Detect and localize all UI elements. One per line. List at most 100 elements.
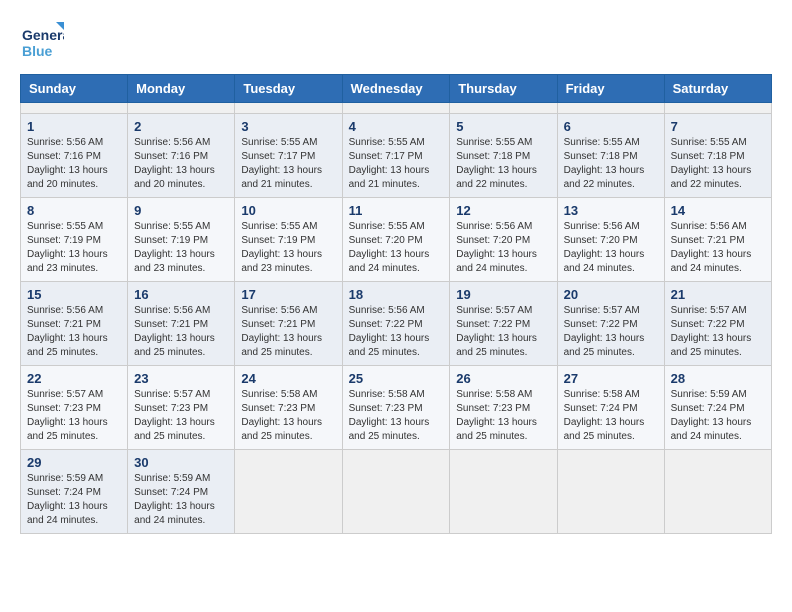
header-cell-saturday: Saturday	[664, 75, 771, 103]
day-info: Sunrise: 5:57 AM Sunset: 7:22 PM Dayligh…	[671, 304, 765, 360]
day-cell: 4 Sunrise: 5:55 AM Sunset: 7:17 PM Daylig…	[342, 114, 450, 198]
svg-text:General: General	[22, 27, 64, 43]
day-number: 18	[349, 287, 444, 302]
day-cell: 26Sunrise: 5:58 AM Sunset: 7:23 PM Dayli…	[450, 366, 557, 450]
day-info: Sunrise: 5:56 AM Sunset: 7:20 PM Dayligh…	[564, 220, 658, 276]
day-cell	[235, 103, 342, 114]
day-info: Sunrise: 5:55 AM Sunset: 7:18 PM Dayligh…	[564, 136, 658, 192]
day-info: Sunrise: 5:55 AM Sunset: 7:18 PM Dayligh…	[456, 136, 550, 192]
day-cell: 17 Sunrise: 5:56 AM Sunset: 7:21 PM Dayli…	[235, 282, 342, 366]
day-cell: 3Sunrise: 5:55 AM Sunset: 7:17 PM Daylig…	[235, 114, 342, 198]
day-info: Sunrise: 5:55 AM Sunset: 7:19 PM Dayligh…	[134, 220, 228, 276]
day-info: Sunrise: 5:57 AM Sunset: 7:22 PM Dayligh…	[456, 304, 550, 360]
day-info: Sunrise: 5:55 AM Sunset: 7:18 PM Dayligh…	[671, 136, 765, 192]
logo-svg: General Blue	[20, 20, 64, 64]
week-row-0	[21, 103, 772, 114]
day-cell: 9 Sunrise: 5:55 AM Sunset: 7:19 PM Daylig…	[128, 198, 235, 282]
day-cell: 13 Sunrise: 5:56 AM Sunset: 7:20 PM Dayli…	[557, 198, 664, 282]
day-number: 19	[456, 287, 550, 302]
day-info: Sunrise: 5:55 AM Sunset: 7:17 PM Dayligh…	[349, 136, 444, 192]
day-number: 16	[134, 287, 228, 302]
day-number: 5	[456, 119, 550, 134]
day-cell	[557, 103, 664, 114]
day-info: Sunrise: 5:55 AM Sunset: 7:20 PM Dayligh…	[349, 220, 444, 276]
day-cell: 30Sunrise: 5:59 AM Sunset: 7:24 PM Dayli…	[128, 450, 235, 534]
day-cell: 5 Sunrise: 5:55 AM Sunset: 7:18 PM Daylig…	[450, 114, 557, 198]
day-cell: 27 Sunrise: 5:58 AM Sunset: 7:24 PM Dayli…	[557, 366, 664, 450]
day-cell	[342, 450, 450, 534]
day-cell: 24 Sunrise: 5:58 AM Sunset: 7:23 PM Dayli…	[235, 366, 342, 450]
day-number: 7	[671, 119, 765, 134]
day-number: 21	[671, 287, 765, 302]
day-info: Sunrise: 5:58 AM Sunset: 7:23 PM Dayligh…	[241, 388, 335, 444]
day-cell: 8Sunrise: 5:55 AM Sunset: 7:19 PM Daylig…	[21, 198, 128, 282]
day-cell: 14Sunrise: 5:56 AM Sunset: 7:21 PM Dayli…	[664, 198, 771, 282]
day-info: Sunrise: 5:57 AM Sunset: 7:23 PM Dayligh…	[134, 388, 228, 444]
calendar-table: SundayMondayTuesdayWednesdayThursdayFrid…	[20, 74, 772, 534]
day-info: Sunrise: 5:58 AM Sunset: 7:23 PM Dayligh…	[456, 388, 550, 444]
calendar-body: 1 Sunrise: 5:56 AM Sunset: 7:16 PM Daylig…	[21, 103, 772, 534]
day-cell: 10Sunrise: 5:55 AM Sunset: 7:19 PM Dayli…	[235, 198, 342, 282]
day-info: Sunrise: 5:55 AM Sunset: 7:19 PM Dayligh…	[27, 220, 121, 276]
day-cell	[557, 450, 664, 534]
day-info: Sunrise: 5:56 AM Sunset: 7:16 PM Dayligh…	[27, 136, 121, 192]
day-number: 22	[27, 371, 121, 386]
day-cell	[128, 103, 235, 114]
day-number: 11	[349, 203, 444, 218]
day-cell: 12 Sunrise: 5:56 AM Sunset: 7:20 PM Dayli…	[450, 198, 557, 282]
header-cell-monday: Monday	[128, 75, 235, 103]
day-info: Sunrise: 5:59 AM Sunset: 7:24 PM Dayligh…	[27, 472, 121, 528]
day-info: Sunrise: 5:55 AM Sunset: 7:19 PM Dayligh…	[241, 220, 335, 276]
day-number: 29	[27, 455, 121, 470]
day-info: Sunrise: 5:56 AM Sunset: 7:21 PM Dayligh…	[27, 304, 121, 360]
day-cell: 11 Sunrise: 5:55 AM Sunset: 7:20 PM Dayli…	[342, 198, 450, 282]
day-info: Sunrise: 5:57 AM Sunset: 7:23 PM Dayligh…	[27, 388, 121, 444]
header-cell-wednesday: Wednesday	[342, 75, 450, 103]
day-info: Sunrise: 5:56 AM Sunset: 7:22 PM Dayligh…	[349, 304, 444, 360]
day-number: 14	[671, 203, 765, 218]
day-cell	[235, 450, 342, 534]
day-info: Sunrise: 5:59 AM Sunset: 7:24 PM Dayligh…	[134, 472, 228, 528]
day-number: 6	[564, 119, 658, 134]
day-number: 20	[564, 287, 658, 302]
day-info: Sunrise: 5:58 AM Sunset: 7:24 PM Dayligh…	[564, 388, 658, 444]
day-cell: 21 Sunrise: 5:57 AM Sunset: 7:22 PM Dayli…	[664, 282, 771, 366]
day-info: Sunrise: 5:56 AM Sunset: 7:21 PM Dayligh…	[241, 304, 335, 360]
day-cell: 1 Sunrise: 5:56 AM Sunset: 7:16 PM Daylig…	[21, 114, 128, 198]
week-row-2: 8Sunrise: 5:55 AM Sunset: 7:19 PM Daylig…	[21, 198, 772, 282]
day-cell: 28 Sunrise: 5:59 AM Sunset: 7:24 PM Dayli…	[664, 366, 771, 450]
day-number: 12	[456, 203, 550, 218]
day-cell: 16Sunrise: 5:56 AM Sunset: 7:21 PM Dayli…	[128, 282, 235, 366]
day-cell: 7 Sunrise: 5:55 AM Sunset: 7:18 PM Daylig…	[664, 114, 771, 198]
day-cell: 20 Sunrise: 5:57 AM Sunset: 7:22 PM Dayli…	[557, 282, 664, 366]
day-info: Sunrise: 5:56 AM Sunset: 7:20 PM Dayligh…	[456, 220, 550, 276]
day-info: Sunrise: 5:56 AM Sunset: 7:16 PM Dayligh…	[134, 136, 228, 192]
day-number: 2	[134, 119, 228, 134]
day-number: 24	[241, 371, 335, 386]
day-number: 28	[671, 371, 765, 386]
day-info: Sunrise: 5:57 AM Sunset: 7:22 PM Dayligh…	[564, 304, 658, 360]
day-info: Sunrise: 5:55 AM Sunset: 7:17 PM Dayligh…	[241, 136, 335, 192]
logo: General Blue	[20, 20, 64, 64]
day-number: 27	[564, 371, 658, 386]
day-cell	[342, 103, 450, 114]
svg-text:Blue: Blue	[22, 43, 53, 59]
week-row-4: 22 Sunrise: 5:57 AM Sunset: 7:23 PM Dayli…	[21, 366, 772, 450]
day-number: 9	[134, 203, 228, 218]
header-cell-tuesday: Tuesday	[235, 75, 342, 103]
day-number: 4	[349, 119, 444, 134]
day-cell	[664, 103, 771, 114]
day-number: 17	[241, 287, 335, 302]
day-cell: 18 Sunrise: 5:56 AM Sunset: 7:22 PM Dayli…	[342, 282, 450, 366]
header-cell-friday: Friday	[557, 75, 664, 103]
day-number: 13	[564, 203, 658, 218]
day-cell: 19 Sunrise: 5:57 AM Sunset: 7:22 PM Dayli…	[450, 282, 557, 366]
day-cell	[664, 450, 771, 534]
day-cell: 2 Sunrise: 5:56 AM Sunset: 7:16 PM Daylig…	[128, 114, 235, 198]
header-row: SundayMondayTuesdayWednesdayThursdayFrid…	[21, 75, 772, 103]
day-info: Sunrise: 5:59 AM Sunset: 7:24 PM Dayligh…	[671, 388, 765, 444]
week-row-1: 1 Sunrise: 5:56 AM Sunset: 7:16 PM Daylig…	[21, 114, 772, 198]
day-number: 1	[27, 119, 121, 134]
header-cell-thursday: Thursday	[450, 75, 557, 103]
day-cell: 25Sunrise: 5:58 AM Sunset: 7:23 PM Dayli…	[342, 366, 450, 450]
